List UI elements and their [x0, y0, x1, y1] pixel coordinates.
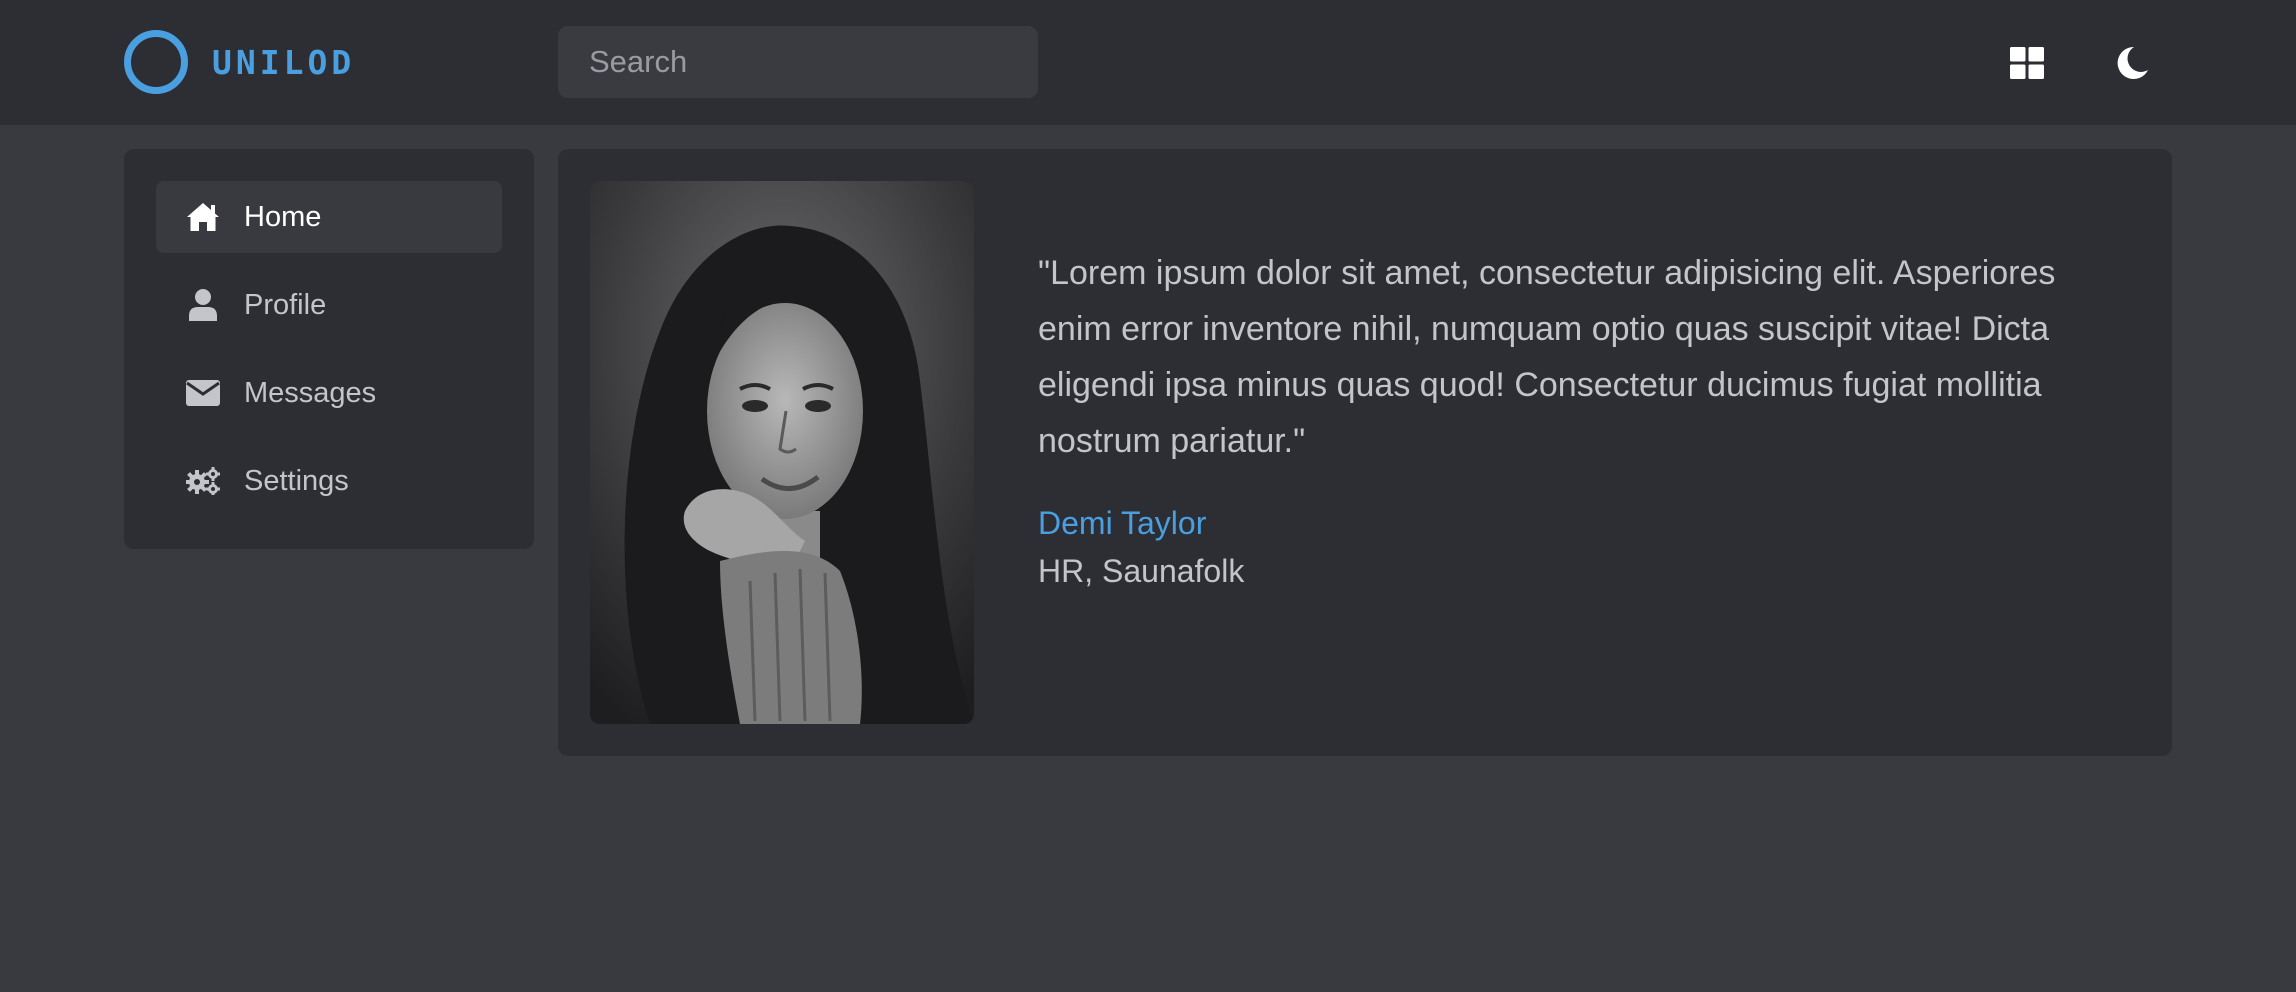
sidebar-nav: Home Profile Messages Settings: [124, 149, 534, 549]
testimonial-role: HR, Saunafolk: [1038, 553, 1245, 589]
search-input[interactable]: [558, 26, 1038, 98]
profile-photo: [590, 181, 974, 724]
user-icon: [186, 289, 220, 321]
logo-ring-icon: [124, 30, 188, 94]
logo-text: UNILOD: [212, 42, 356, 82]
sidebar-item-profile[interactable]: Profile: [156, 269, 502, 341]
grid-view-button[interactable]: [2004, 40, 2050, 86]
sidebar-item-home[interactable]: Home: [156, 181, 502, 253]
logo[interactable]: UNILOD: [124, 30, 355, 94]
sidebar-item-label: Messages: [244, 376, 377, 409]
sidebar-item-label: Settings: [244, 464, 349, 497]
testimonial-card: "Lorem ipsum dolor sit amet, consectetur…: [558, 149, 2172, 756]
theme-toggle-button[interactable]: [2109, 40, 2155, 86]
sidebar-item-settings[interactable]: Settings: [156, 445, 502, 517]
testimonial-author[interactable]: Demi Taylor: [1038, 505, 1206, 542]
grid-icon: [2010, 47, 2044, 79]
testimonial-quote: "Lorem ipsum dolor sit amet, consectetur…: [1038, 254, 2056, 460]
sidebar-item-label: Home: [244, 200, 322, 233]
top-header: UNILOD: [0, 0, 2296, 125]
home-icon: [186, 201, 220, 233]
envelope-icon: [186, 377, 220, 409]
sidebar-item-messages[interactable]: Messages: [156, 357, 502, 429]
sidebar-item-label: Profile: [244, 288, 327, 321]
gears-icon: [186, 465, 220, 497]
moon-icon: [2117, 46, 2148, 79]
